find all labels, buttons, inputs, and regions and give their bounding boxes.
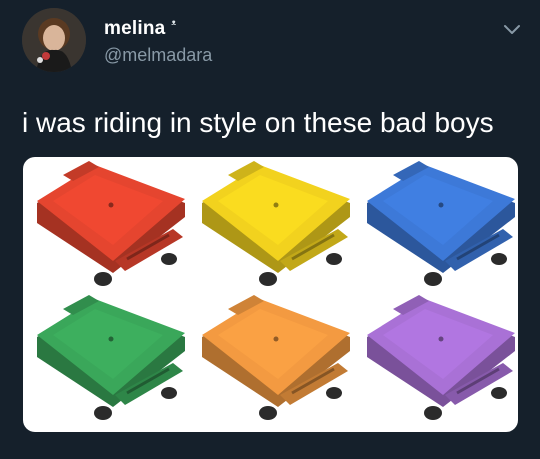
display-name[interactable]: melina xyxy=(104,18,165,40)
tweet-card[interactable]: melina ᵜ @melmadara i was riding in styl… xyxy=(0,0,540,459)
scooters-image xyxy=(37,161,515,420)
scooter-board xyxy=(202,161,350,286)
scooter-board xyxy=(37,295,185,420)
scooter-board xyxy=(367,295,515,420)
chevron-down-icon[interactable] xyxy=(502,22,522,36)
avatar-image xyxy=(22,8,86,72)
user-handle[interactable]: @melmadara xyxy=(104,45,212,66)
emoji-icon: ᵜ xyxy=(171,17,177,31)
avatar[interactable] xyxy=(22,8,86,72)
scooter-board xyxy=(37,161,185,286)
user-info: melina ᵜ xyxy=(104,18,176,40)
scooter-board xyxy=(202,295,350,420)
tweet-image[interactable] xyxy=(23,157,518,432)
tweet-text: i was riding in style on these bad boys xyxy=(22,107,494,138)
scooter-board xyxy=(367,161,515,286)
